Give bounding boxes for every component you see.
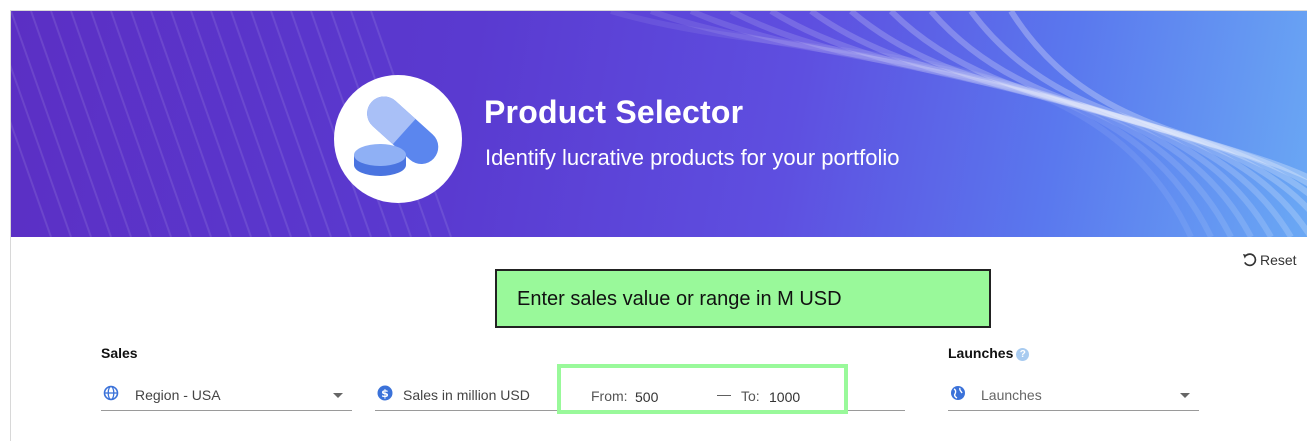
svg-text:$: $: [381, 387, 389, 400]
reset-label: Reset: [1260, 252, 1297, 268]
callout-text: Enter sales value or range in M USD: [517, 288, 842, 310]
from-input[interactable]: 500: [635, 389, 658, 405]
help-icon[interactable]: ?: [1016, 348, 1030, 361]
page-title: Product Selector: [484, 94, 744, 130]
launches-label-text: Launches: [948, 345, 1014, 361]
globe-icon: [103, 385, 119, 401]
chevron-down-icon: [333, 393, 343, 398]
region-value: Region - USA: [135, 387, 221, 403]
launches-dropdown[interactable]: Launches: [948, 373, 1199, 411]
to-label: To:: [741, 388, 760, 404]
product-logo: [334, 75, 462, 203]
page-subtitle: Identify lucrative products for your por…: [485, 145, 900, 170]
to-input[interactable]: 1000: [769, 389, 800, 405]
undo-icon: [1242, 252, 1257, 266]
region-dropdown[interactable]: Region - USA: [101, 373, 352, 411]
reset-button[interactable]: Reset: [1242, 252, 1297, 268]
sales-section-label: Sales: [101, 345, 138, 361]
pills-icon: [354, 96, 439, 176]
launches-section-label: Launches ?: [948, 345, 1030, 361]
window-left-border: [0, 10, 11, 441]
range-separator: —: [717, 386, 731, 402]
from-label: From:: [591, 388, 628, 404]
header-banner: Product Selector Identify lucrative prod…: [11, 11, 1307, 237]
launches-value: Launches: [981, 387, 1042, 403]
sales-metric-value: Sales in million USD: [403, 387, 530, 403]
chevron-down-icon: [1180, 393, 1190, 398]
window-top-border: [0, 0, 1307, 11]
instruction-callout: Enter sales value or range in M USD: [495, 269, 991, 328]
sales-range-highlight: From: 500 — To: 1000: [557, 364, 848, 414]
globe-filled-icon: [951, 386, 965, 400]
dollar-circle-icon: $: [377, 385, 393, 401]
